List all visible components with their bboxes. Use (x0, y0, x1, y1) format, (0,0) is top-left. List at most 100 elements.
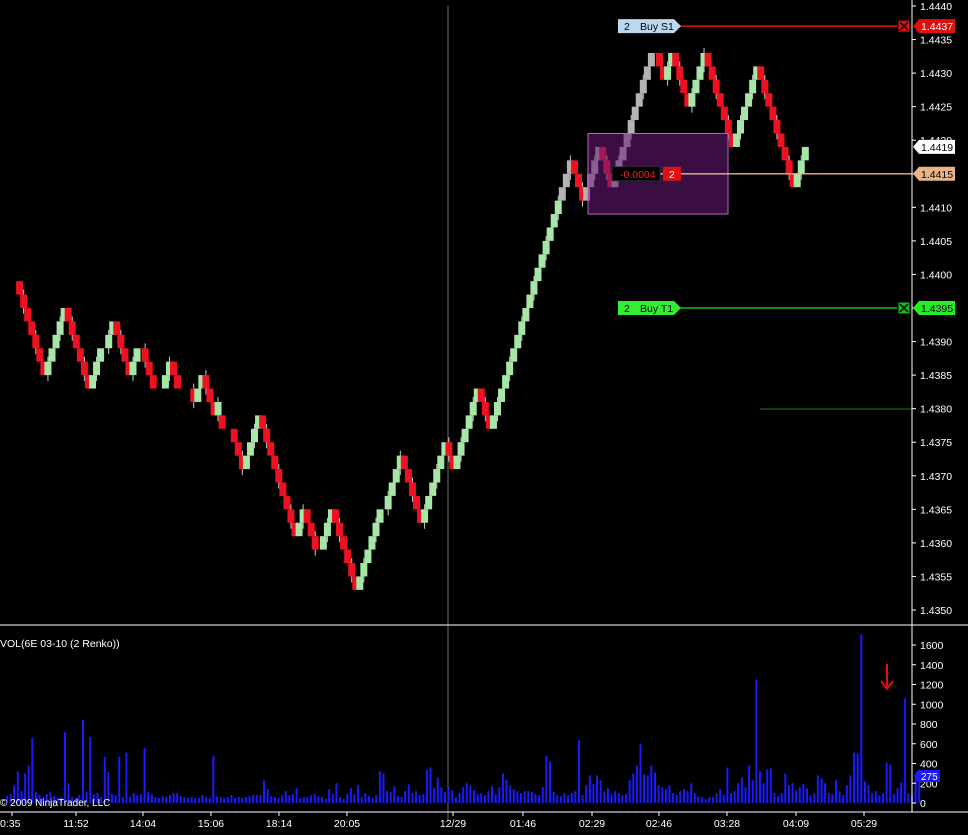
volume-bar (375, 795, 378, 803)
volume-bar (831, 794, 834, 803)
up-brick (522, 308, 530, 322)
up-brick (384, 495, 392, 510)
volume-bar (447, 787, 450, 803)
volume-bar (780, 793, 783, 803)
volume-bar (302, 797, 305, 803)
volume-bar (690, 783, 693, 803)
volume-bar (635, 765, 638, 803)
volume-bar (849, 775, 852, 803)
up-brick (558, 187, 566, 201)
up-brick (133, 348, 141, 362)
volume-bar (863, 781, 866, 803)
volume-bar (599, 780, 602, 803)
time-tick-label: 03:28 (714, 818, 740, 830)
volume-tick-label: 1600 (920, 640, 944, 652)
time-tick-label: 14:04 (130, 818, 156, 830)
volume-bar (491, 786, 494, 803)
volume-tick-label: 0 (920, 798, 926, 810)
volume-bar (147, 792, 150, 803)
volume-bar (639, 743, 642, 803)
volume-last-label: 275 (921, 772, 938, 783)
up-brick (52, 334, 60, 349)
volume-bar (158, 798, 161, 803)
volume-bar (183, 797, 186, 803)
volume-bar (63, 731, 66, 803)
down-brick (145, 361, 153, 376)
volume-bar (646, 775, 649, 803)
volume-bar (313, 794, 316, 803)
volume-bar (740, 777, 743, 803)
up-brick (526, 294, 534, 308)
volume-bar (422, 794, 425, 803)
price-tick-label: 1.4380 (920, 404, 952, 416)
up-brick (502, 375, 510, 389)
volume-bar (172, 793, 175, 803)
volume-bar (444, 792, 447, 803)
volume-bar (396, 796, 399, 803)
volume-bar (762, 783, 765, 803)
volume-bar (425, 769, 428, 803)
volume-bar (277, 798, 280, 803)
volume-bar (259, 795, 262, 803)
volume-bar (871, 793, 874, 803)
volume-bar (411, 793, 414, 803)
volume-bar (436, 777, 439, 803)
up-brick (793, 173, 801, 188)
down-brick (348, 563, 356, 577)
down-brick (287, 509, 295, 523)
up-brick (797, 160, 805, 174)
up-brick (194, 388, 202, 402)
up-brick (542, 240, 550, 255)
down-brick (724, 120, 732, 134)
up-brick (494, 401, 501, 416)
up-brick (745, 93, 753, 107)
up-brick (741, 106, 749, 121)
volume-bar (795, 790, 798, 803)
volume-bar (498, 787, 501, 803)
down-brick (761, 79, 769, 94)
down-brick (332, 509, 339, 523)
volume-bar (364, 793, 367, 803)
volume-bar (885, 762, 888, 803)
down-brick (267, 442, 275, 456)
up-brick (530, 281, 538, 295)
down-brick (68, 321, 76, 335)
volume-bar (668, 785, 671, 803)
up-brick (437, 455, 445, 470)
volume-bar (197, 798, 200, 803)
volume-bar (664, 789, 667, 803)
down-brick (263, 428, 271, 443)
up-brick (749, 79, 757, 94)
volume-bar (520, 793, 523, 803)
price-flag-label: 1.4437 (921, 21, 953, 33)
down-brick (413, 495, 420, 510)
volume-bar (208, 798, 211, 803)
up-brick (692, 79, 700, 94)
volume-title: VOL(6E 03-10 (2 Renko)) (0, 638, 120, 650)
volume-bar (281, 795, 284, 803)
position-qty: 2 (669, 169, 675, 181)
up-brick (356, 576, 364, 590)
volume-bar (769, 768, 772, 803)
up-brick (627, 120, 635, 134)
volume-bar (545, 755, 548, 803)
copyright-text: © 2009 NinjaTrader, LLC (0, 798, 110, 809)
price-tick-label: 1.4400 (920, 269, 952, 281)
down-brick (218, 415, 226, 429)
volume-bar (201, 795, 204, 803)
volume-bar (306, 797, 309, 803)
down-brick (64, 308, 72, 322)
down-brick (234, 442, 242, 456)
volume-bar (730, 793, 732, 803)
up-brick (562, 173, 570, 188)
down-brick (311, 536, 319, 550)
down-brick (279, 482, 287, 496)
volume-bar (889, 764, 892, 803)
volume-bar (867, 785, 870, 803)
volume-bar (697, 796, 700, 803)
volume-bar (230, 795, 233, 803)
time-tick-label: 20:05 (334, 818, 360, 830)
price-tick-label: 1.4435 (920, 35, 952, 47)
entry-price-label: 1.4415 (921, 169, 953, 181)
volume-bar (415, 791, 418, 803)
